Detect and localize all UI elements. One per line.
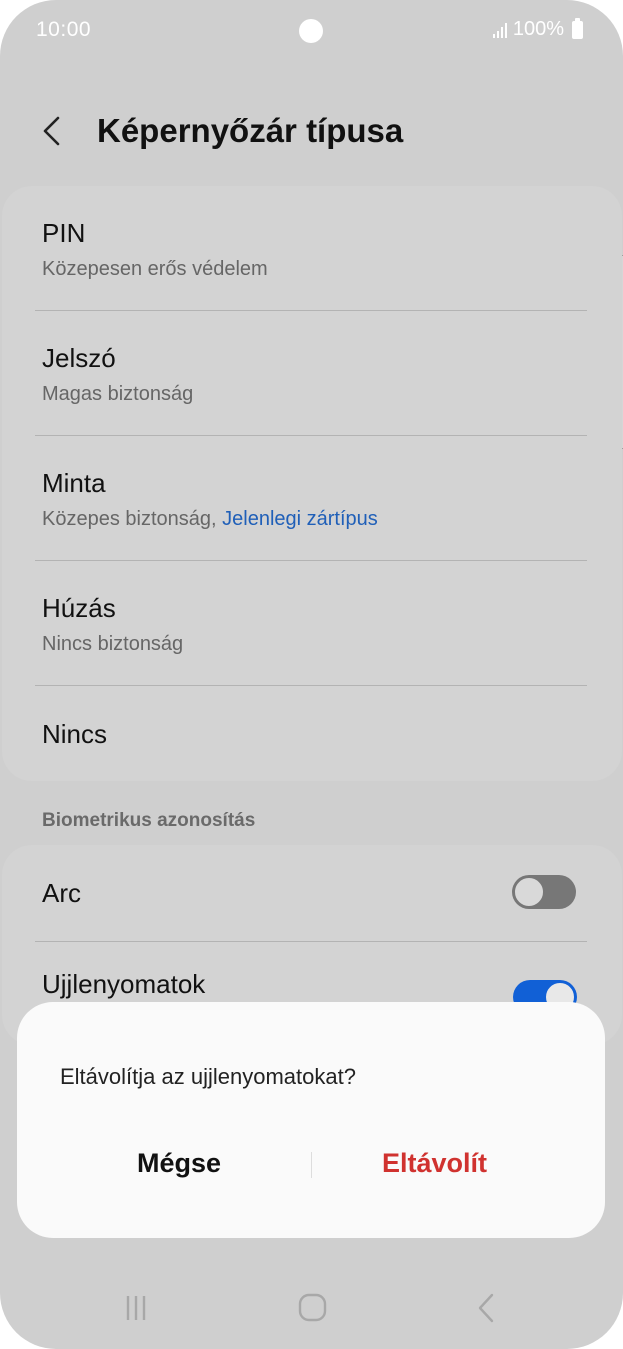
biometric-title: Arc [42, 878, 81, 908]
lock-option-title: Húzás [42, 593, 116, 623]
lock-option-title: PIN [42, 218, 86, 248]
battery-percentage: 100% [512, 18, 564, 40]
lock-option-title: Minta [42, 468, 106, 498]
phone-screen: 10:00 100% Képernyőzár típusa PIN Közepe… [0, 0, 623, 1349]
remove-button[interactable]: Eltávolít [382, 1148, 487, 1179]
back-button[interactable] [30, 106, 80, 156]
lock-option-pattern[interactable]: Minta Közepes biztonság, Jelenlegi zártí… [2, 436, 622, 561]
lock-option-subtitle: Közepesen erős védelem [42, 258, 268, 280]
home-button[interactable] [292, 1292, 332, 1324]
system-back-button[interactable] [468, 1292, 508, 1324]
signal-icon [492, 22, 507, 38]
lock-option-subtitle: Közepes biztonság, Jelenlegi zártípus [42, 508, 378, 531]
dialog-button-divider [311, 1152, 312, 1178]
toggle-knob [513, 876, 545, 908]
lock-option-title: Jelszó [42, 343, 116, 373]
lock-option-title: Nincs [42, 719, 108, 749]
front-camera [299, 19, 323, 43]
battery-icon [572, 17, 583, 39]
back-icon [478, 1293, 494, 1323]
lock-option-subtitle: Magas biztonság [42, 383, 194, 405]
section-header-biometrics: Biometrikus azonosítás [42, 810, 256, 831]
biometric-face[interactable]: Arc [2, 845, 622, 941]
current-lock-type-label: Jelenlegi zártípus [222, 508, 378, 530]
recents-button[interactable] [118, 1292, 158, 1324]
header: Képernyőzár típusa [0, 100, 623, 164]
page-title: Képernyőzár típusa [97, 112, 404, 149]
lock-option-subtitle: Nincs biztonság [42, 633, 184, 655]
lock-option-swipe[interactable]: Húzás Nincs biztonság [2, 561, 622, 686]
subtitle-text: Közepes biztonság, [42, 508, 223, 530]
navigation-bar [0, 1278, 623, 1338]
home-icon [298, 1293, 327, 1322]
chevron-left-icon [43, 116, 60, 146]
face-toggle[interactable] [512, 875, 576, 909]
lock-option-none[interactable]: Nincs [2, 686, 622, 781]
remove-fingerprints-dialog: Eltávolítja az ujjlenyomatokat? Mégse El… [17, 1002, 605, 1238]
biometric-title: Ujjlenyomatok [42, 969, 206, 999]
lock-option-pin[interactable]: PIN Közepesen erős védelem [2, 186, 622, 311]
recents-icon [126, 1296, 146, 1320]
lock-option-password[interactable]: Jelszó Magas biztonság [2, 311, 622, 436]
status-bar: 10:00 100% [0, 0, 623, 62]
dialog-message: Eltávolítja az ujjlenyomatokat? [60, 1064, 356, 1089]
cancel-button[interactable]: Mégse [137, 1148, 221, 1179]
status-icons: 100% [492, 17, 583, 41]
status-time: 10:00 [36, 18, 92, 41]
lock-type-list: PIN Közepesen erős védelem Jelszó Magas … [2, 186, 622, 781]
